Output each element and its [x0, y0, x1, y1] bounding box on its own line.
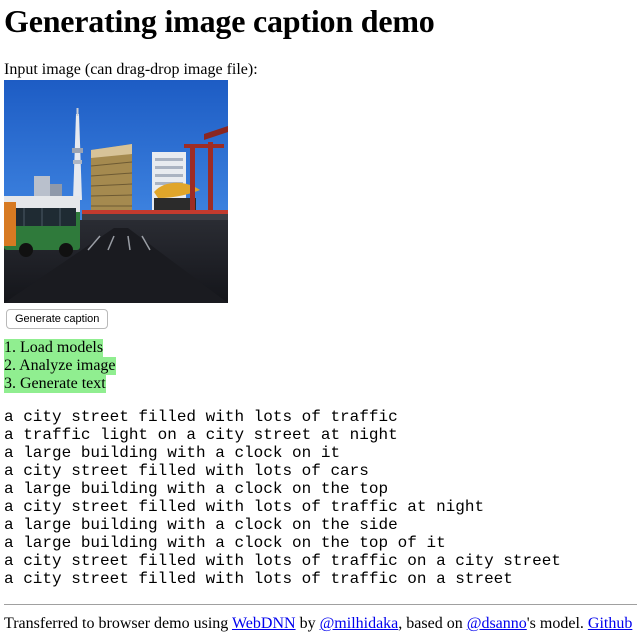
- caption-item: a city street filled with lots of traffi…: [4, 570, 513, 588]
- step-generate-text: 3. Generate text: [4, 375, 106, 393]
- caption-item: a traffic light on a city street at nigh…: [4, 426, 398, 444]
- input-image: [4, 80, 228, 303]
- progress-steps: 1. Load models 2. Analyze image 3. Gener…: [4, 339, 116, 393]
- caption-results: a city street filled with lots of traffi…: [4, 408, 561, 588]
- footer: Transferred to browser demo using WebDNN…: [4, 614, 632, 634]
- caption-item: a city street filled with lots of cars: [4, 462, 369, 480]
- footer-by-text: by: [295, 615, 320, 632]
- footer-prefix-text: Transferred to browser demo using: [4, 615, 232, 632]
- caption-item: a large building with a clock on the top…: [4, 534, 446, 552]
- caption-item: a large building with a clock on the top: [4, 480, 389, 498]
- step-load-models: 1. Load models: [4, 339, 104, 357]
- caption-item: a city street filled with lots of traffi…: [4, 498, 485, 516]
- caption-item: a city street filled with lots of traffi…: [4, 408, 398, 426]
- milhidaka-link[interactable]: @milhidaka: [320, 615, 399, 632]
- footer-divider: [4, 604, 637, 605]
- generate-caption-button[interactable]: Generate caption: [6, 309, 109, 329]
- input-image-label: Input image (can drag-drop image file):: [4, 61, 258, 78]
- webdnn-link[interactable]: WebDNN: [232, 615, 296, 632]
- footer-based-text: , based on: [398, 615, 467, 632]
- caption-item: a city street filled with lots of traffi…: [4, 552, 561, 570]
- github-link[interactable]: Github: [588, 615, 632, 632]
- caption-item: a large building with a clock on it: [4, 444, 341, 462]
- input-image-dropzone[interactable]: [4, 80, 228, 303]
- footer-model-text: 's model.: [526, 615, 588, 632]
- dsanno-link[interactable]: @dsanno: [467, 615, 527, 632]
- step-analyze-image: 2. Analyze image: [4, 357, 116, 375]
- caption-item: a large building with a clock on the sid…: [4, 516, 398, 534]
- page-title: Generating image caption demo: [4, 3, 435, 39]
